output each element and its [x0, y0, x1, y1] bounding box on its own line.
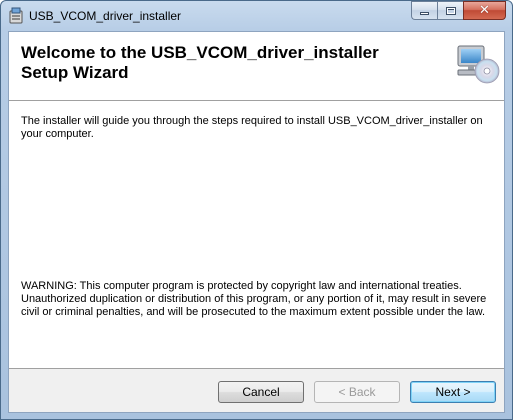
wizard-body: The installer will guide you through the…: [9, 101, 504, 369]
minimize-icon: [420, 12, 429, 15]
maximize-icon: [445, 6, 456, 15]
close-icon: ✕: [479, 3, 490, 18]
installer-window: USB_VCOM_driver_installer ✕ Welcome to t…: [0, 0, 513, 420]
close-button[interactable]: ✕: [463, 1, 506, 20]
cancel-button[interactable]: Cancel: [218, 381, 304, 403]
page-title: Welcome to the USB_VCOM_driver_installer…: [21, 43, 379, 82]
installer-package-icon: [9, 7, 23, 24]
wizard-banner: Welcome to the USB_VCOM_driver_installer…: [9, 32, 504, 101]
window-title: USB_VCOM_driver_installer: [29, 9, 182, 23]
maximize-button[interactable]: [437, 1, 463, 20]
title-bar[interactable]: USB_VCOM_driver_installer ✕: [1, 1, 512, 31]
computer-with-cd-icon: [457, 45, 500, 84]
intro-text: The installer will guide you through the…: [21, 115, 483, 140]
back-button[interactable]: < Back: [314, 381, 400, 403]
next-button[interactable]: Next >: [410, 381, 496, 403]
caption-buttons: ✕: [411, 1, 506, 21]
copyright-warning: WARNING: This computer program is protec…: [21, 280, 487, 318]
minimize-button[interactable]: [411, 1, 437, 20]
wizard-client-area: Welcome to the USB_VCOM_driver_installer…: [8, 31, 505, 413]
